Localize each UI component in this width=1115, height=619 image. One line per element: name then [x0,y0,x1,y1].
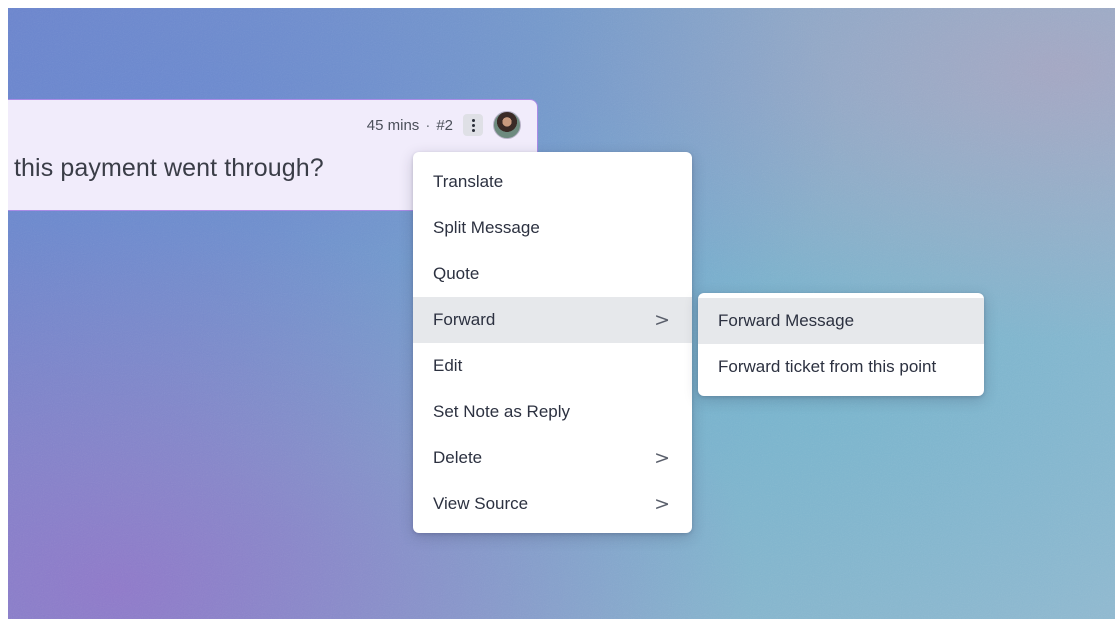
kebab-dot-icon [471,123,475,127]
menu-item-label: Translate [433,172,504,191]
submenu-item-forward-ticket[interactable]: Forward ticket from this point [698,344,984,390]
context-menu: Translate Split Message Quote Forward > … [413,152,692,533]
message-text: this payment went through? [14,154,324,182]
chevron-right-icon: > [654,493,670,515]
message-time: 45 mins [366,116,420,134]
menu-item-set-note-as-reply[interactable]: Set Note as Reply [413,389,692,435]
more-options-button[interactable] [463,114,483,136]
menu-item-edit[interactable]: Edit [413,343,692,389]
menu-item-label: Forward [433,310,496,329]
menu-item-view-source[interactable]: View Source > [413,481,692,527]
menu-item-quote[interactable]: Quote [413,251,692,297]
menu-item-label: Delete [433,448,483,467]
submenu-item-forward-message[interactable]: Forward Message [698,298,984,344]
message-meta: 45 mins · #2 [367,110,521,140]
kebab-dot-icon [471,128,475,132]
menu-item-label: Edit [433,356,463,375]
kebab-dot-icon [471,118,475,122]
menu-item-label: Set Note as Reply [433,402,571,421]
chevron-right-icon: > [654,447,670,469]
chevron-right-icon: > [654,309,670,331]
menu-item-forward[interactable]: Forward > [413,297,692,343]
menu-item-delete[interactable]: Delete > [413,435,692,481]
avatar[interactable] [493,111,521,139]
menu-item-label: Split Message [433,218,540,237]
menu-item-label: View Source [433,494,529,513]
submenu-item-label: Forward Message [718,311,855,330]
submenu-item-label: Forward ticket from this point [718,357,937,376]
meta-separator: · [425,116,431,134]
forward-submenu: Forward Message Forward ticket from this… [698,293,984,396]
desktop-background: 45 mins · #2 this payment went through? … [8,8,1115,619]
menu-item-split-message[interactable]: Split Message [413,205,692,251]
message-number: #2 [436,116,453,134]
menu-item-label: Quote [433,264,480,283]
menu-item-translate[interactable]: Translate [413,159,692,205]
